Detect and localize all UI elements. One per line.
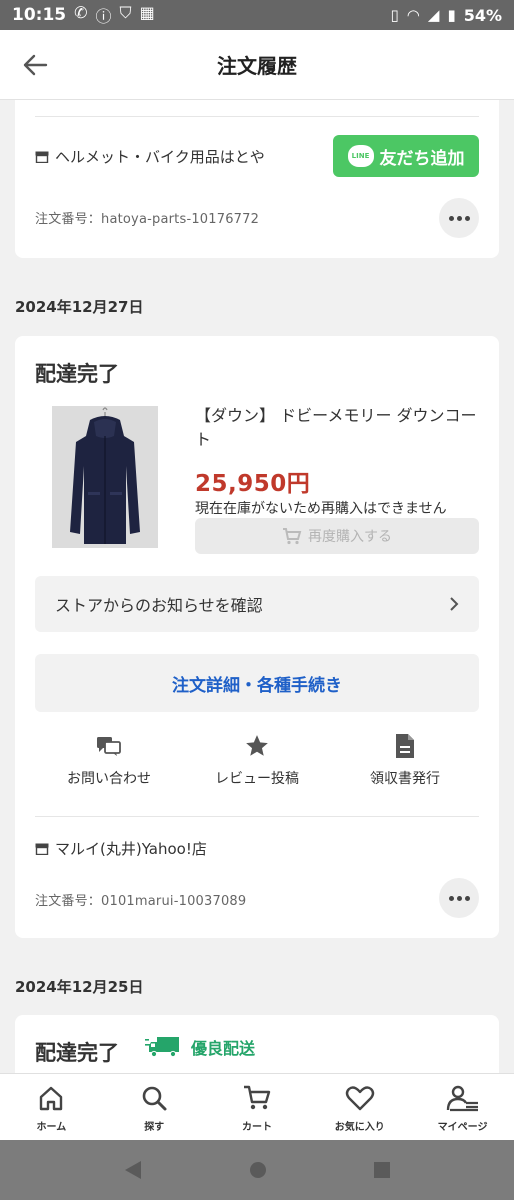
order-number: 注文番号：0101marui-10037089 xyxy=(35,894,247,909)
product-name[interactable]: 【ダウン】 ドビーメモリー ダウンコート xyxy=(195,404,485,452)
rebuy-button: 再度購入する xyxy=(195,518,479,554)
chat-icon xyxy=(95,732,123,760)
product-image[interactable] xyxy=(52,406,158,548)
review-button[interactable]: レビュー投稿 xyxy=(183,732,331,800)
order-actions: お問い合わせ レビュー投稿 領収書発行 xyxy=(35,732,479,800)
vibrate-icon: ▯ xyxy=(390,6,399,24)
system-navigation-bar xyxy=(0,1140,514,1200)
store-notice-link[interactable]: ストアからのお知らせを確認 xyxy=(35,576,479,632)
nav-label: 探す xyxy=(144,1121,165,1133)
store-link[interactable]: ヘルメット・バイク用品はとや xyxy=(35,146,265,167)
line-button-label: 友だち追加 xyxy=(379,148,465,169)
store-icon xyxy=(35,151,49,163)
calendar-icon: ▦ xyxy=(139,3,155,22)
divider xyxy=(35,816,479,817)
battery-icon: ▮ xyxy=(447,6,456,24)
delivery-badge-label: 優良配送 xyxy=(191,1039,256,1058)
review-label: レビュー投稿 xyxy=(215,771,299,787)
signal-icon: ◢ xyxy=(427,6,440,24)
cart-icon xyxy=(283,528,302,545)
order-card: ヘルメット・バイク用品はとや LINE 友だち追加 注文番号：hatoya-pa… xyxy=(15,100,499,258)
shield-icon: ⛉ xyxy=(119,3,132,22)
more-options-button[interactable] xyxy=(439,198,479,238)
store-link[interactable]: マルイ(丸井)Yahoo!店 xyxy=(35,838,207,859)
delivery-status: 配達完了 xyxy=(35,362,119,386)
product-price: 25,950円 xyxy=(195,471,311,497)
divider xyxy=(35,116,479,117)
nav-favorites[interactable]: お気に入り xyxy=(308,1074,411,1140)
order-date: 2024年12月25日 xyxy=(15,978,144,996)
order-card: 配達完了 優良配送 xyxy=(15,1015,499,1073)
status-bar: 10:15 ✆ ⓘ ⛉ ▦ ▯ ◠ ◢ ▮ 54% xyxy=(0,0,514,30)
more-options-button[interactable] xyxy=(439,878,479,918)
back-button[interactable] xyxy=(18,48,52,82)
wifi-icon: ◠ xyxy=(406,6,420,24)
app-header: 注文履歴 xyxy=(0,30,514,100)
order-details-button[interactable]: 注文詳細・各種手続き xyxy=(35,654,479,712)
receipt-label: 領収書発行 xyxy=(370,771,440,787)
order-number: 注文番号：hatoya-parts-10176772 xyxy=(35,212,260,227)
delivery-badge: 優良配送 xyxy=(145,1035,255,1059)
search-icon xyxy=(140,1082,168,1114)
line-add-friend-button[interactable]: LINE 友だち追加 xyxy=(333,135,479,177)
nav-label: お気に入り xyxy=(334,1121,385,1133)
receipt-button[interactable]: 領収書発行 xyxy=(331,732,479,800)
bottom-navigation: ホーム 探す カート お気に入り マイページ xyxy=(0,1073,514,1140)
nav-label: マイページ xyxy=(437,1121,488,1133)
order-list[interactable]: ヘルメット・バイク用品はとや LINE 友だち追加 注文番号：hatoya-pa… xyxy=(0,100,514,1073)
page-title: 注文履歴 xyxy=(217,54,297,78)
order-details-label: 注文詳細・各種手続き xyxy=(172,675,342,696)
nav-search[interactable]: 探す xyxy=(103,1074,206,1140)
back-arrow-icon xyxy=(23,54,48,76)
heart-icon xyxy=(345,1082,375,1114)
store-name: ヘルメット・バイク用品はとや xyxy=(55,148,265,166)
battery-percent: 54% xyxy=(463,5,502,25)
store-name: マルイ(丸井)Yahoo!店 xyxy=(55,840,207,858)
back-triangle-icon[interactable] xyxy=(123,1159,143,1181)
home-circle-icon[interactable] xyxy=(248,1160,268,1180)
line-logo-icon: LINE xyxy=(347,145,374,167)
contact-button[interactable]: お問い合わせ xyxy=(35,732,183,800)
truck-icon xyxy=(145,1037,179,1058)
store-notice-label: ストアからのお知らせを確認 xyxy=(55,596,263,615)
home-icon xyxy=(37,1082,65,1114)
nav-mypage[interactable]: マイページ xyxy=(411,1074,514,1140)
profile-icon xyxy=(446,1082,480,1114)
delivery-status: 配達完了 xyxy=(35,1041,119,1065)
nav-label: ホーム xyxy=(36,1121,67,1133)
recents-square-icon[interactable] xyxy=(373,1161,391,1179)
nav-cart[interactable]: カート xyxy=(206,1074,309,1140)
nav-label: カート xyxy=(241,1121,272,1133)
store-icon xyxy=(35,843,49,855)
cart-icon xyxy=(242,1082,272,1114)
contact-label: お問い合わせ xyxy=(67,771,151,787)
chevron-right-icon xyxy=(449,596,459,612)
info-icon: ⓘ xyxy=(95,7,112,26)
order-card: 配達完了 【ダウン】 ドビーメモリー ダウンコート 25,950円 現在在庫がな… xyxy=(15,336,499,938)
rebuy-label: 再度購入する xyxy=(308,529,392,545)
out-of-stock-note: 現在在庫がないため再購入はできません xyxy=(195,501,447,517)
status-time: 10:15 xyxy=(12,5,67,25)
notification-icon: ✆ xyxy=(74,3,88,22)
document-icon xyxy=(394,732,416,760)
star-icon xyxy=(244,732,270,760)
nav-home[interactable]: ホーム xyxy=(0,1074,103,1140)
order-date: 2024年12月27日 xyxy=(15,298,144,316)
